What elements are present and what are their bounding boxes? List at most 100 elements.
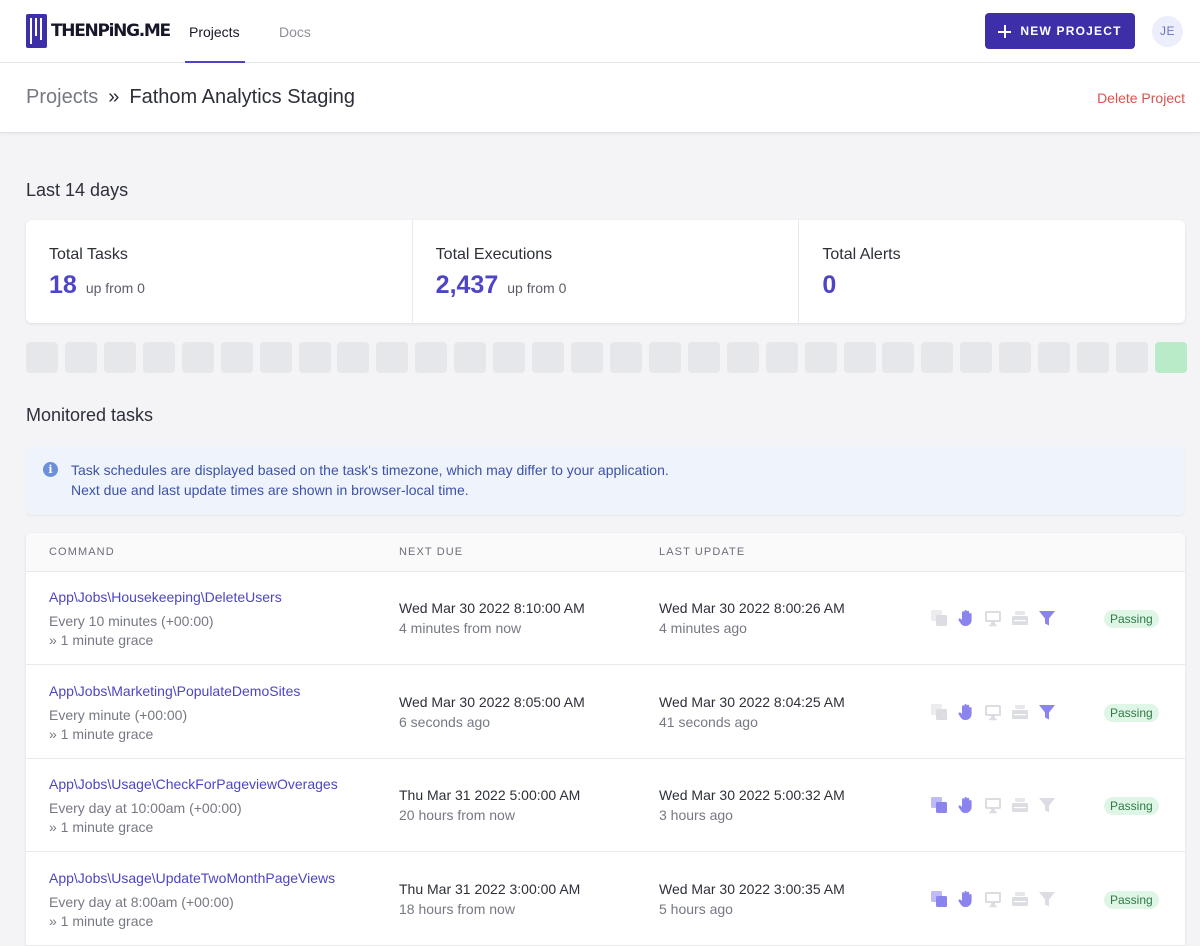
overlap-icon[interactable] (929, 795, 949, 815)
monitored-section-title: Monitored tasks (26, 405, 154, 425)
heatmap-cell (1116, 342, 1148, 373)
status-badge: Passing (1104, 610, 1159, 628)
task-command-link[interactable]: App\Jobs\Marketing\PopulateDemoSites (49, 683, 300, 699)
heatmap-cell (337, 342, 369, 373)
server-icon[interactable] (1010, 702, 1030, 722)
heatmap-cell (376, 342, 408, 373)
monitor-icon[interactable] (983, 608, 1003, 628)
page-title: Fathom Analytics Staging (129, 86, 356, 108)
column-header-next-due: NEXT DUE (399, 546, 464, 558)
stats-card: Total Tasks 18 up from 0 Total Execution… (26, 220, 1185, 323)
last-update-datetime: Wed Mar 30 2022 8:00:26 AM (659, 600, 845, 616)
page-header: Projects » Fathom Analytics Staging Dele… (0, 63, 1200, 133)
stat-label: Total Tasks (49, 246, 128, 263)
hand-icon[interactable] (956, 795, 976, 815)
filter-icon[interactable] (1037, 795, 1057, 815)
heatmap-cell (221, 342, 253, 373)
server-icon[interactable] (1010, 608, 1030, 628)
heatmap-cell (415, 342, 447, 373)
nav-link-docs[interactable]: Docs (279, 0, 311, 63)
filter-icon[interactable] (1037, 608, 1057, 628)
monitor-icon[interactable] (983, 795, 1003, 815)
task-command-link[interactable]: App\Jobs\Usage\CheckForPageviewOverages (49, 776, 338, 792)
heatmap-cell (454, 342, 486, 373)
status-badge: Passing (1104, 890, 1159, 909)
stat-label: Total Alerts (822, 246, 901, 263)
next-due-datetime: Thu Mar 31 2022 3:00:00 AM (399, 880, 581, 897)
server-icon[interactable] (1010, 889, 1030, 909)
heatmap-cell (844, 342, 876, 373)
heatmap-cell (104, 342, 136, 373)
task-grace: » 1 minute grace (49, 725, 154, 742)
heatmap-cell (260, 342, 292, 373)
hand-icon[interactable] (956, 702, 976, 722)
hand-icon[interactable] (956, 889, 976, 909)
stat-total-alerts: Total Alerts 0 (799, 220, 1185, 323)
heatmap-cell (1077, 342, 1109, 373)
task-command-link[interactable]: App\Jobs\Housekeeping\DeleteUsers (49, 589, 282, 605)
column-header-last-update: LAST UPDATE (659, 546, 746, 558)
last-update-relative: 3 hours ago (659, 807, 733, 823)
breadcrumb-projects-link[interactable]: Projects (26, 86, 98, 109)
top-nav: THENPiNG.ME Projects Docs NEW PROJECT JE (0, 0, 1200, 63)
logo-mark-icon (26, 14, 47, 48)
next-due-datetime: Wed Mar 30 2022 8:10:00 AM (399, 600, 585, 616)
last-update-relative: 41 seconds ago (659, 713, 758, 730)
heatmap-cell (882, 342, 914, 373)
heatmap-cell (532, 342, 564, 373)
heatmap-cell (766, 342, 798, 373)
new-project-button[interactable]: NEW PROJECT (985, 13, 1135, 49)
next-due-relative: 20 hours from now (399, 807, 515, 823)
task-grace: » 1 minute grace (49, 912, 154, 929)
heatmap-cell (182, 342, 214, 373)
status-badge: Passing (1104, 797, 1159, 815)
heatmap-cell (610, 342, 642, 373)
stat-label: Total Executions (435, 246, 553, 263)
logo-text: THENPiNG.ME (51, 21, 171, 41)
table-row: App\Jobs\Usage\UpdateTwoMonthPageViews Ev… (26, 853, 1185, 946)
stat-sub: up from 0 (507, 280, 567, 296)
delete-project-link[interactable]: Delete Project (1097, 90, 1185, 106)
task-schedule: Every day at 10:00am (+00:00) (49, 800, 242, 816)
heatmap-cell (999, 342, 1031, 373)
filter-icon[interactable] (1037, 889, 1057, 909)
overlap-icon[interactable] (929, 608, 949, 628)
activity-heatmap (26, 342, 1187, 373)
stat-value: 0 (822, 271, 837, 299)
stat-total-executions: Total Executions 2,437 up from 0 (413, 220, 800, 323)
last-update-relative: 4 minutes ago (659, 620, 747, 636)
next-due-relative: 18 hours from now (399, 900, 515, 917)
logo[interactable]: THENPiNG.ME (26, 14, 171, 48)
nav-link-projects[interactable]: Projects (185, 0, 245, 63)
server-icon[interactable] (1010, 795, 1030, 815)
task-schedule: Every day at 8:00am (+00:00) (49, 893, 234, 910)
tasks-table: COMMAND NEXT DUE LAST UPDATE App\Jobs\Ho… (26, 533, 1185, 946)
breadcrumb: Projects » Fathom Analytics Staging (26, 86, 355, 109)
next-due-relative: 6 seconds ago (399, 713, 491, 730)
heatmap-cell (65, 342, 97, 373)
heatmap-cell (143, 342, 175, 373)
heatmap-cell (493, 342, 525, 373)
task-command-link[interactable]: App\Jobs\Usage\UpdateTwoMonthPageViews (49, 870, 335, 886)
heatmap-cell (1038, 342, 1070, 373)
overlap-icon[interactable] (929, 889, 949, 909)
breadcrumb-separator: » (108, 86, 120, 108)
heatmap-cell (299, 342, 331, 373)
task-schedule: Every minute (+00:00) (49, 706, 188, 723)
stats-section-title: Last 14 days (26, 180, 129, 200)
last-update-relative: 5 hours ago (659, 900, 733, 917)
new-project-label: NEW PROJECT (1020, 24, 1122, 38)
column-header-command: COMMAND (49, 546, 115, 558)
heatmap-cell (960, 342, 992, 373)
overlap-icon[interactable] (929, 702, 949, 722)
heatmap-cell (805, 342, 837, 373)
heatmap-cell (571, 342, 603, 373)
avatar[interactable]: JE (1152, 16, 1183, 47)
hand-icon[interactable] (956, 608, 976, 628)
monitor-icon[interactable] (983, 702, 1003, 722)
monitor-icon[interactable] (983, 889, 1003, 909)
last-update-datetime: Wed Mar 30 2022 3:00:35 AM (659, 880, 845, 897)
heatmap-cell (649, 342, 681, 373)
filter-icon[interactable] (1037, 702, 1057, 722)
table-row: App\Jobs\Usage\CheckForPageviewOverages E… (26, 759, 1185, 852)
